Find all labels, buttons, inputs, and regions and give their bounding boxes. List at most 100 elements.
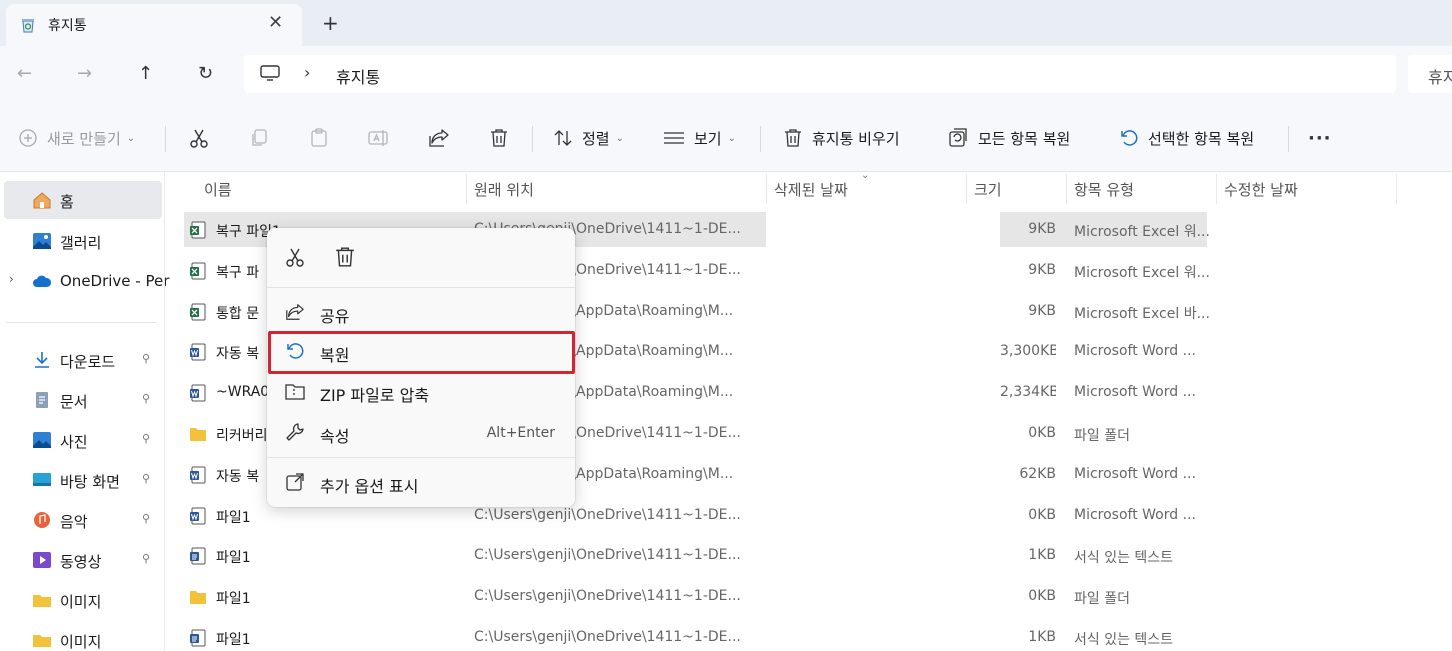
share-icon xyxy=(286,304,304,320)
sidebar-item-downloads[interactable]: 다운로드 ⚲ xyxy=(0,341,164,379)
paste-button[interactable] xyxy=(309,104,329,172)
column-header-modified[interactable]: 수정한 날짜 xyxy=(1224,179,1298,200)
sidebar-item-pictures[interactable]: 사진 ⚲ xyxy=(0,421,164,459)
file-size: 1KB xyxy=(1028,547,1056,564)
pin-icon[interactable]: ⚲ xyxy=(142,552,150,565)
rtf-file-icon xyxy=(189,547,207,565)
up-button[interactable]: ↑ xyxy=(138,64,153,84)
restore-selected-button[interactable]: 선택한 항목 복원 xyxy=(1119,104,1254,172)
pin-icon[interactable]: ⚲ xyxy=(142,472,150,485)
open-external-icon xyxy=(286,473,304,491)
search-input[interactable]: 휴지 xyxy=(1408,55,1452,93)
menu-item-properties[interactable]: 속성 Alt+Enter xyxy=(267,413,575,451)
column-header-row: 이름 원래 위치 삭제된 날짜 ⌄ 크기 항목 유형 수정한 날짜 xyxy=(184,170,1452,204)
file-type: 서식 있는 텍스트 xyxy=(1074,632,1174,648)
sidebar-item-gallery[interactable]: 갤러리 xyxy=(0,222,164,260)
pin-icon[interactable]: ⚲ xyxy=(142,512,150,525)
sidebar-item-images[interactable]: 이미지 xyxy=(0,581,164,619)
sidebar-item-documents[interactable]: 문서 ⚲ xyxy=(0,381,164,419)
column-header-location[interactable]: 원래 위치 xyxy=(474,179,534,200)
pane-divider[interactable] xyxy=(164,172,165,651)
refresh-button[interactable]: ↻ xyxy=(198,64,213,84)
cut-button[interactable] xyxy=(188,104,210,172)
desktop-icon xyxy=(33,473,51,486)
column-divider[interactable] xyxy=(1396,174,1397,204)
column-divider[interactable] xyxy=(1216,174,1217,204)
file-size: 9KB xyxy=(1028,302,1056,319)
original-location: C:\Users\genji\OneDrive\1411~1-DE... xyxy=(474,588,741,605)
rename-icon xyxy=(368,130,388,146)
sidebar-item-videos[interactable]: 동영상 ⚲ xyxy=(0,541,164,579)
scissors-icon xyxy=(190,129,208,148)
new-button[interactable]: 새로 만들기 ⌄ xyxy=(18,104,135,172)
sidebar-item-images[interactable]: 이미지 xyxy=(0,621,164,651)
home-icon xyxy=(33,192,51,209)
column-divider[interactable] xyxy=(966,174,967,204)
sidebar-item-onedrive[interactable]: › OneDrive - Per xyxy=(0,262,169,300)
excel-file-icon xyxy=(189,221,207,239)
empty-recycle-bin-button[interactable]: 휴지통 비우기 xyxy=(783,104,900,172)
pin-icon[interactable]: ⚲ xyxy=(142,352,150,365)
sidebar-item-music[interactable]: 음악 ⚲ xyxy=(0,501,164,539)
address-bar[interactable]: › 휴지통 xyxy=(244,55,1396,93)
trash-icon[interactable] xyxy=(334,246,356,268)
word-file-icon xyxy=(189,384,207,402)
view-button[interactable]: 보기 ⌄ xyxy=(663,104,736,172)
file-row[interactable]: 파일1 C:\Users\genji\OneDrive\1411~1-DE... 1… xyxy=(184,537,1452,577)
column-header-size[interactable]: 크기 xyxy=(974,179,1002,200)
rename-button[interactable] xyxy=(368,104,390,172)
column-header-name[interactable]: 이름 xyxy=(204,179,232,200)
column-divider[interactable] xyxy=(1066,174,1067,204)
expand-icon[interactable]: › xyxy=(9,272,14,286)
forward-button[interactable]: → xyxy=(77,64,92,84)
file-size: 2,334KB xyxy=(1000,384,1056,401)
share-button[interactable] xyxy=(428,104,450,172)
restore-all-button[interactable]: 모든 항목 복원 xyxy=(947,104,1070,172)
breadcrumb[interactable]: 휴지통 xyxy=(336,64,380,88)
menu-item-more-options[interactable]: 추가 옵션 표시 xyxy=(267,463,575,501)
original-location: C:\Users\genji\OneDrive\1411~1-DE... xyxy=(474,629,741,645)
menu-item-label: ZIP 파일로 압축 xyxy=(320,386,430,405)
copy-icon xyxy=(252,129,267,146)
column-divider[interactable] xyxy=(766,174,767,204)
menu-item-compress-zip[interactable]: ZIP 파일로 압축 xyxy=(267,372,575,410)
folder-icon xyxy=(33,595,51,607)
file-size: 9KB xyxy=(1028,261,1056,278)
copy-button[interactable] xyxy=(249,104,269,172)
file-row[interactable]: 파일1 C:\Users\genji\OneDrive\1411~1-DE... 1… xyxy=(184,619,1452,651)
menu-item-share[interactable]: 공유 xyxy=(267,293,575,331)
more-options-button[interactable]: ··· xyxy=(1308,104,1332,172)
column-header-type[interactable]: 항목 유형 xyxy=(1074,179,1134,200)
folder-icon xyxy=(189,425,207,443)
shortcut-label: Alt+Enter xyxy=(486,425,555,441)
folder-icon xyxy=(33,635,51,647)
scissors-icon[interactable] xyxy=(284,246,306,268)
breadcrumb-separator: › xyxy=(304,63,311,82)
sort-label: 정렬 xyxy=(582,129,610,148)
file-type: Microsoft Word ... xyxy=(1074,343,1196,360)
sidebar-item-label: 이미지 xyxy=(60,593,102,611)
new-label: 새로 만들기 xyxy=(47,129,121,148)
column-divider[interactable] xyxy=(466,174,467,204)
restore-all-icon xyxy=(949,128,967,147)
delete-button[interactable] xyxy=(489,104,509,172)
tab-recycle-bin[interactable]: 휴지통 ✕ xyxy=(6,4,302,46)
sidebar-item-label: 갤러리 xyxy=(60,234,102,252)
new-tab-button[interactable]: + xyxy=(322,13,339,33)
folder-icon xyxy=(189,588,207,606)
file-type: 파일 폴더 xyxy=(1074,591,1130,608)
file-type: Microsoft Excel 워... xyxy=(1074,224,1210,240)
close-tab-icon[interactable]: ✕ xyxy=(268,13,283,33)
pin-icon[interactable]: ⚲ xyxy=(142,392,150,405)
divider xyxy=(1288,126,1289,152)
file-size: 0KB xyxy=(1028,588,1056,605)
file-row[interactable]: 파일1 C:\Users\genji\OneDrive\1411~1-DE... 0… xyxy=(184,578,1452,618)
pin-icon[interactable]: ⚲ xyxy=(142,432,150,445)
back-button[interactable]: ← xyxy=(17,64,32,84)
column-header-deleted-date[interactable]: 삭제된 날짜 xyxy=(774,179,848,200)
sort-button[interactable]: 정렬 ⌄ xyxy=(553,104,624,172)
menu-item-label: 속성 xyxy=(320,427,350,446)
sidebar-item-desktop[interactable]: 바탕 화면 ⚲ xyxy=(0,461,164,499)
sidebar-item-home[interactable]: 홈 xyxy=(4,181,162,219)
file-name: 파일1 xyxy=(216,632,251,648)
